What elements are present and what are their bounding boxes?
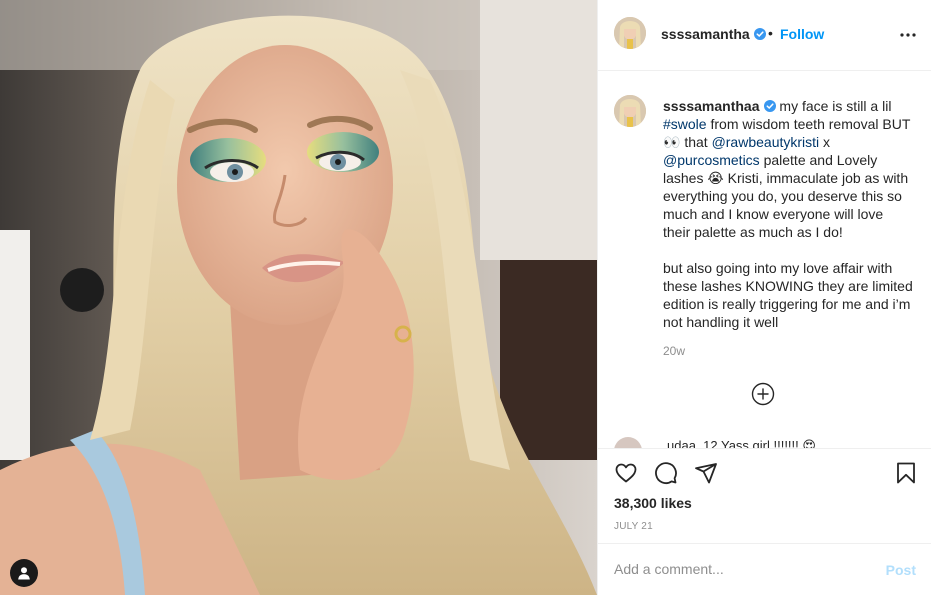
heart-icon[interactable] (614, 461, 638, 485)
mention-link[interactable]: @rawbeautykristi (712, 134, 820, 150)
bookmark-icon[interactable] (894, 461, 918, 485)
post-comment-button[interactable]: Post (886, 562, 916, 578)
commenter-avatar[interactable] (614, 437, 642, 448)
time-ago[interactable]: 20w (663, 344, 685, 358)
caption-text: palette and Lovely lashes 😭 Kristi, imma… (663, 152, 913, 330)
avatar-image (614, 95, 646, 127)
selfie-illustration (0, 0, 597, 595)
comment-input[interactable] (614, 558, 874, 580)
comment-icon[interactable] (654, 461, 678, 485)
mention-link[interactable]: @purcosmetics (663, 152, 760, 168)
caption-text: x (819, 134, 834, 150)
post-actions: 38,300 likes JULY 21 (598, 448, 931, 543)
user-icon (18, 567, 30, 580)
username-text: ssssamantha (661, 26, 750, 42)
verified-badge-icon (753, 28, 766, 40)
caption-text: my face is still a lil (775, 98, 896, 114)
send-icon[interactable] (694, 461, 718, 485)
caption-avatar[interactable] (614, 95, 646, 127)
post-side-panel: ssssamantha • Follow ssssamanthaa my fac… (597, 0, 931, 595)
comment-item-partial: …udaa_12 Yass girl !!!!!!! 😍 (614, 437, 914, 448)
post-header: ssssamantha • Follow (598, 0, 931, 71)
avatar[interactable] (614, 17, 646, 49)
comments-section: ssssamanthaa my face is still a lil #swo… (598, 71, 931, 448)
post-date[interactable]: JULY 21 (614, 521, 653, 532)
post-caption: ssssamanthaa my face is still a lil #swo… (663, 97, 913, 331)
plus-circle-icon[interactable] (751, 382, 775, 406)
caption-username[interactable]: ssssamanthaa (663, 98, 776, 114)
likes-count[interactable]: 38,300 likes (614, 495, 692, 511)
follow-button[interactable]: Follow (780, 26, 824, 42)
user-tags-button[interactable] (10, 559, 38, 587)
hashtag-link[interactable]: #swole (663, 116, 707, 132)
add-comment-bar: Post (598, 543, 931, 595)
more-horizontal-icon[interactable] (898, 27, 918, 43)
verified-badge-icon (763, 100, 776, 112)
separator-dot: • (768, 25, 773, 41)
avatar-image (614, 17, 646, 49)
comment-text: …udaa_12 Yass girl !!!!!!! 😍 (654, 438, 816, 448)
post-photo[interactable] (0, 0, 597, 595)
username-link[interactable]: ssssamantha (661, 26, 766, 42)
